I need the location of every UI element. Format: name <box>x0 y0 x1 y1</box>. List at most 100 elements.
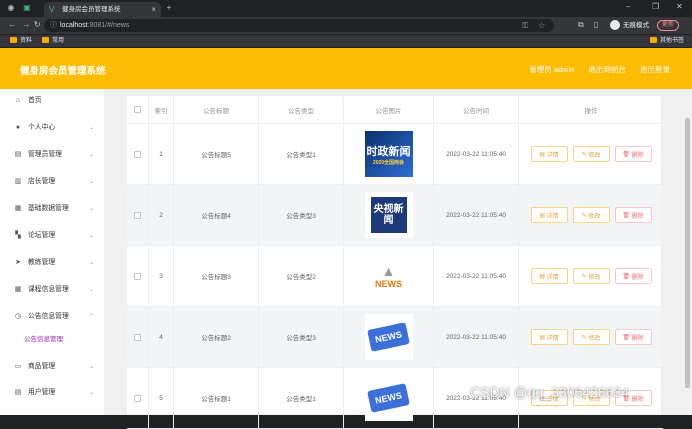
detail-button[interactable]: ▤ 详情 <box>530 207 568 223</box>
folder-icon <box>650 37 657 44</box>
select-all-checkbox[interactable] <box>134 106 141 113</box>
row-select-cell <box>127 185 149 245</box>
extensions-icon[interactable]: ⧉ <box>578 20 584 30</box>
admin-label: 管理员 admin <box>529 65 575 74</box>
incognito-icon <box>610 20 620 31</box>
sidebar: ⌂ 首页 ● 个人中心 ⌄ ▤ 管理员管理 ⌄ ▥ 店长管理 ⌄ ▦ 基础数据管理 ⌄ ▚ 论坛管理… <box>0 89 104 415</box>
row-checkbox[interactable] <box>134 394 141 402</box>
row-time: 2022-03-22 11:05:40 <box>434 307 519 367</box>
news-image: 时政新闻 2020全国两会 <box>364 131 413 177</box>
edit-button[interactable]: ✎ 修改 <box>572 207 610 223</box>
back-to-front-link[interactable]: 退出到前台 <box>588 65 626 74</box>
folder-icon <box>42 37 49 44</box>
new-tab-icon[interactable]: + <box>164 3 174 13</box>
reload-icon[interactable]: ↻ <box>34 20 41 30</box>
chevron-down-icon: ⌄ <box>88 260 94 266</box>
delete-button[interactable]: 🗑 删除 <box>614 268 652 284</box>
data-icon: ▦ <box>14 205 22 212</box>
chevron-down-icon: ⌄ <box>88 390 94 396</box>
other-bookmarks[interactable]: 其他书签 <box>650 35 684 47</box>
window-close-icon[interactable]: ✕ <box>676 2 683 11</box>
row-checkbox[interactable] <box>134 150 141 158</box>
table-row: 1 公告标题5 公告类型1 时政新闻 2020全国两会 2022-03-22 11:05:… <box>127 124 663 185</box>
coach-icon: ➤ <box>15 259 21 266</box>
users-icon: ▤ <box>14 389 22 396</box>
sidebar-item-profile[interactable]: ● 个人中心 ⌄ <box>0 121 104 135</box>
sidebar-item-home[interactable]: ⌂ 首页 <box>0 94 104 108</box>
delete-button[interactable]: 🗑 删除 <box>614 146 652 162</box>
news-image: ▲ NEWS <box>364 253 413 299</box>
user-icon: ● <box>15 124 21 131</box>
update-button[interactable]: 更新 <box>657 20 680 31</box>
key-icon[interactable]: ⚿ <box>522 19 528 32</box>
sidebar-item-users[interactable]: ▤ 用户管理 ⌄ <box>0 386 104 400</box>
sidebar-item-coach[interactable]: ➤ 教练管理 ⌄ <box>0 256 104 270</box>
delete-button[interactable]: 🗑 删除 <box>614 329 652 345</box>
row-image-cell: ▲ NEWS <box>344 246 434 306</box>
minimize-icon[interactable]: – <box>626 2 630 11</box>
star-icon[interactable]: ☆ <box>538 19 545 32</box>
browser-tab[interactable]: V 健身房会员管理系统 × <box>44 2 161 17</box>
sidebar-item-admin[interactable]: ▤ 管理员管理 ⌄ <box>0 148 104 162</box>
incognito-indicator[interactable]: 无痕模式 <box>610 19 649 32</box>
news-image: NEWS <box>364 375 413 421</box>
row-checkbox[interactable] <box>134 272 141 280</box>
row-type: 公告类型3 <box>259 307 344 367</box>
restore-icon[interactable]: ❐ <box>652 2 659 11</box>
url-input[interactable]: ⓘ localhost:8081/#/news ⚿ ☆ <box>44 19 554 32</box>
browser-menu-icon[interactable]: ◉ <box>6 3 16 13</box>
app-header: 健身房会员管理系统 管理员 admin 退出到前台 退出登录 <box>0 48 692 89</box>
bookmark-0[interactable]: 资料 <box>10 35 32 47</box>
forward-icon[interactable]: → <box>22 20 30 30</box>
sidebar-item-course[interactable]: ▦ 课程信息管理 ⌄ <box>0 283 104 297</box>
goods-icon: ▭ <box>14 363 22 370</box>
bookmark-1[interactable]: 常用 <box>42 35 64 47</box>
logout-link[interactable]: 退出登录 <box>640 65 670 74</box>
row-checkbox[interactable] <box>134 333 141 341</box>
incognito-label: 无痕模式 <box>623 22 649 29</box>
row-checkbox[interactable] <box>134 211 141 219</box>
course-icon: ▦ <box>14 286 22 293</box>
edit-button[interactable]: ✎ 修改 <box>572 329 610 345</box>
row-type: 公告类型1 <box>259 124 344 184</box>
sidebar-item-goods[interactable]: ▭ 商品管理 ⌄ <box>0 360 104 374</box>
row-index: 1 <box>149 124 174 184</box>
row-select-cell <box>127 246 149 306</box>
sidebar-item-basedata[interactable]: ▦ 基础数据管理 ⌄ <box>0 202 104 216</box>
row-image-cell: 时政新闻 2020全国两会 <box>344 124 434 184</box>
vue-logo-icon: V <box>49 5 55 14</box>
tab-search-icon[interactable]: ▣ <box>22 3 32 13</box>
submenu-item-notice[interactable]: 公告信息管理 <box>24 333 94 347</box>
back-icon[interactable]: ← <box>8 20 16 30</box>
home-icon: ⌂ <box>15 97 21 104</box>
url-path: :8081/#/news <box>87 22 130 29</box>
row-select-cell <box>127 307 149 367</box>
row-title: 公告标题4 <box>174 185 259 245</box>
manager-icon: ▥ <box>14 178 22 185</box>
row-select-cell <box>127 368 149 428</box>
sidebar-item-forum[interactable]: ▚ 论坛管理 ⌄ <box>0 229 104 243</box>
delete-button[interactable]: 🗑 删除 <box>614 207 652 223</box>
sidebar-item-notice[interactable]: ◷ 公告信息管理 ⌃ <box>0 310 104 324</box>
detail-button[interactable]: ▤ 详情 <box>530 268 568 284</box>
notice-table: 索引 公告标题 公告类型 公告图片 公告时间 操作 1 公告标题5 公告类型1 时政新… <box>126 95 663 429</box>
close-tab-icon[interactable]: × <box>151 2 156 17</box>
edit-button[interactable]: ✎ 修改 <box>572 146 610 162</box>
notice-icon: ◷ <box>14 313 22 320</box>
col-actions: 操作 <box>584 107 598 115</box>
sidebar-item-manager[interactable]: ▥ 店长管理 ⌄ <box>0 175 104 189</box>
detail-button[interactable]: ▤ 详情 <box>530 146 568 162</box>
address-bar: ← → ↻ ⓘ localhost:8081/#/news ⚿ ☆ ⧉ ▯ 无痕… <box>0 17 692 34</box>
chevron-down-icon: ⌄ <box>88 287 94 293</box>
sidepanel-icon[interactable]: ▯ <box>594 20 598 30</box>
info-icon[interactable]: ⓘ <box>50 19 57 32</box>
row-time: 2022-03-22 11:05:40 <box>434 185 519 245</box>
table-row: 3 公告标题3 公告类型2 ▲ NEWS 2022-03-22 11:05:40 ▤ 详情 ✎… <box>127 246 663 307</box>
row-time: 2022-03-22 11:05:40 <box>434 246 519 306</box>
edit-button[interactable]: ✎ 修改 <box>572 268 610 284</box>
detail-button[interactable]: ▤ 详情 <box>530 329 568 345</box>
chevron-down-icon: ⌄ <box>88 233 94 239</box>
col-image: 公告图片 <box>344 96 434 123</box>
row-type: 公告类型1 <box>259 368 344 428</box>
scrollbar-thumb[interactable] <box>685 118 690 388</box>
